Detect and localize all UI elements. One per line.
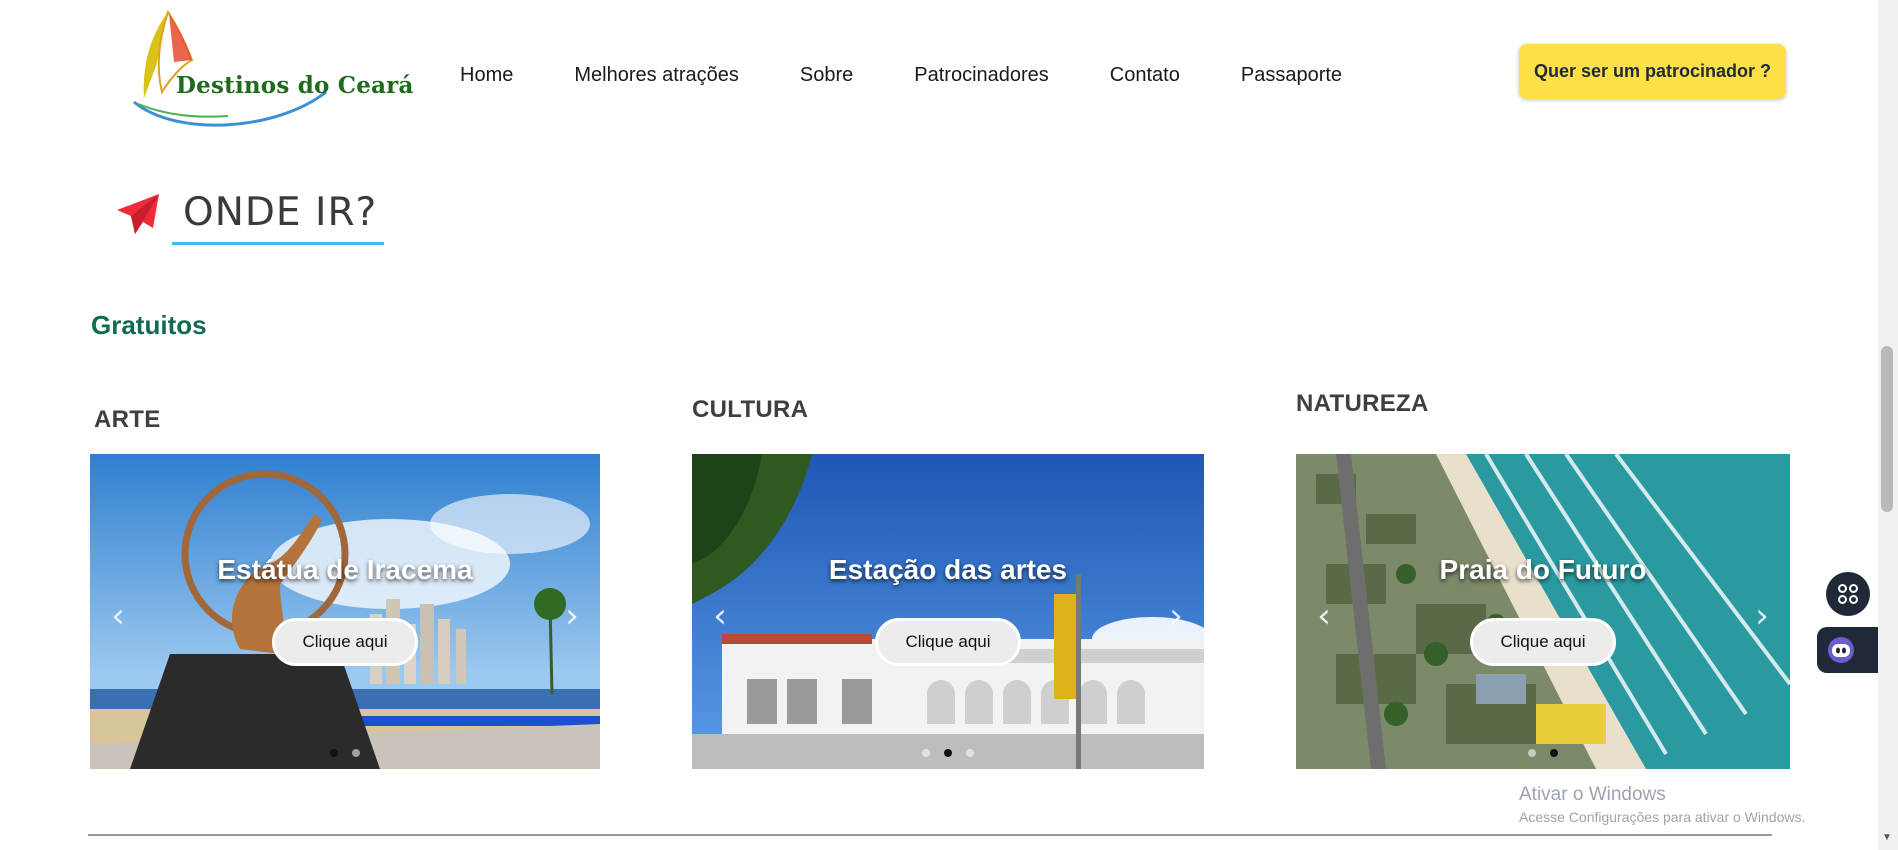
title-underline (172, 242, 384, 245)
section-title: ONDE IR? (183, 190, 378, 235)
carousel-dot[interactable] (1528, 749, 1536, 757)
carousel-dot[interactable] (330, 749, 338, 757)
iracema-statue-image (90, 454, 600, 769)
card-title-natureza: Praia do Futuro (1439, 554, 1647, 585)
windows-watermark-subtitle: Acesse Configurações para ativar o Windo… (1519, 809, 1806, 825)
next-arrow-icon[interactable]: › (1164, 598, 1188, 634)
next-arrow-icon[interactable]: › (1750, 598, 1774, 634)
carousel-card-arte: Estátua de Iracema Clique aqui ‹ › (90, 454, 600, 769)
carousel-dot[interactable] (1550, 749, 1558, 757)
category-label-natureza: NATUREZA (1296, 390, 1429, 417)
header: Destinos do Ceará Home Melhores atrações… (0, 0, 1898, 140)
main-nav: Home Melhores atrações Sobre Patrocinado… (460, 64, 1403, 87)
bot-face-icon (1828, 637, 1854, 663)
card-button-arte[interactable]: Clique aqui (272, 618, 418, 666)
category-label-cultura: CULTURA (692, 396, 809, 423)
assistant-widget-button[interactable] (1817, 627, 1881, 673)
nav-melhores-atracoes[interactable]: Melhores atrações (574, 64, 739, 87)
card-button-cultura[interactable]: Clique aqui (875, 618, 1021, 666)
carousel-card-cultura: Estação das artes Clique aqui ‹ › (692, 454, 1204, 769)
prev-arrow-icon[interactable]: ‹ (1312, 598, 1336, 634)
nav-passaporte[interactable]: Passaporte (1241, 64, 1342, 87)
prev-arrow-icon[interactable]: ‹ (106, 598, 130, 634)
category-label-arte: ARTE (94, 406, 161, 433)
nav-home[interactable]: Home (460, 64, 513, 87)
carousel-dots (692, 749, 1204, 757)
section-divider (88, 834, 1772, 836)
card-button-natureza[interactable]: Clique aqui (1470, 618, 1616, 666)
prev-arrow-icon[interactable]: ‹ (708, 598, 732, 634)
grid-icon (1838, 584, 1858, 604)
next-arrow-icon[interactable]: › (560, 598, 584, 634)
carousel-card-natureza: Praia do Futuro Clique aqui ‹ › (1296, 454, 1790, 769)
scrollbar-thumb[interactable] (1881, 346, 1893, 512)
estacao-das-artes-image (692, 454, 1204, 769)
carousel-dot[interactable] (352, 749, 360, 757)
carousel-dots (90, 749, 600, 757)
logo-text: Destinos do Ceará (176, 72, 414, 99)
subheading-gratuitos: Gratuitos (91, 310, 207, 340)
praia-do-futuro-image (1296, 454, 1790, 769)
carousel-dots (1296, 749, 1790, 757)
card-title-cultura: Estação das artes (828, 554, 1068, 585)
logo[interactable]: Destinos do Ceará (128, 6, 413, 128)
carousel-dot[interactable] (966, 749, 974, 757)
sponsor-cta-button[interactable]: Quer ser um patrocinador ? (1519, 44, 1786, 99)
apps-widget-button[interactable] (1826, 572, 1870, 616)
carousel-dot[interactable] (944, 749, 952, 757)
nav-sobre[interactable]: Sobre (800, 64, 853, 87)
nav-patrocinadores[interactable]: Patrocinadores (914, 64, 1049, 87)
windows-watermark-title: Ativar o Windows (1519, 784, 1666, 805)
card-title-arte: Estátua de Iracema (217, 554, 473, 585)
sailboat-logo-icon (133, 9, 327, 127)
scroll-down-arrow-icon[interactable]: ▼ (1881, 832, 1893, 844)
nav-contato[interactable]: Contato (1110, 64, 1180, 87)
paper-plane-icon (117, 194, 159, 234)
carousel-dot[interactable] (922, 749, 930, 757)
